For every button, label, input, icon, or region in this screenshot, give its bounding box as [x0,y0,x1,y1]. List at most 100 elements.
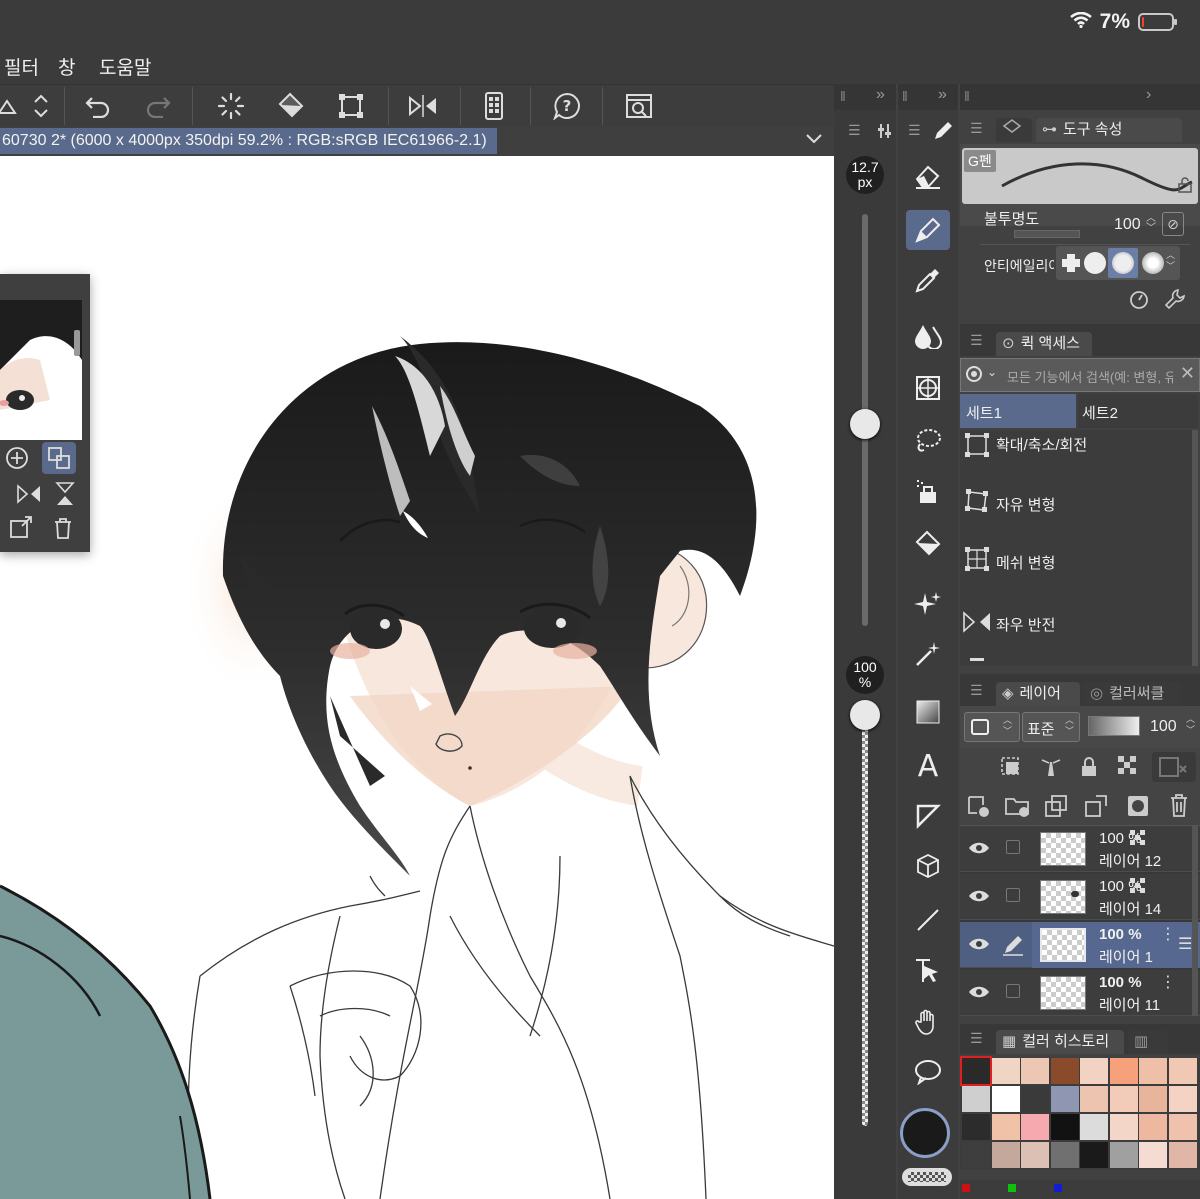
menu-icon[interactable]: ☰ [848,122,861,139]
trash-icon[interactable] [1168,792,1190,823]
eye-icon[interactable] [968,984,990,1005]
drawing-canvas[interactable] [0,156,834,1199]
pen-icon[interactable] [906,210,950,250]
hand-icon[interactable] [912,1006,944,1038]
navigator-preview[interactable] [0,300,82,440]
transfer-down-icon[interactable] [1044,794,1068,823]
color-swatch[interactable] [1050,1086,1079,1112]
lock-icon[interactable] [1080,756,1098,783]
color-swatch[interactable] [1109,1058,1138,1084]
layer-opacity-value[interactable]: 100 [1150,718,1177,736]
auto-select-icon[interactable] [912,476,944,508]
color-swatch[interactable] [1168,1086,1197,1112]
eye-icon[interactable] [968,936,990,957]
menu-help[interactable]: 도움말 [99,53,151,80]
merge-down-icon[interactable] [1084,794,1108,823]
text-tool-icon[interactable]: A [912,748,944,780]
grip-icon[interactable]: ‖ [840,88,846,104]
tab-quick-access[interactable]: ⊙ 퀵 액세스 [996,332,1092,356]
tab-color-history[interactable]: ▦ 컬러 히스토리 [996,1030,1124,1054]
antialias-weak-icon[interactable] [1084,252,1106,274]
quick-access-search[interactable]: ⌄ 모든 기능에서 검색(예: 변형, 유채색 ✕ [960,358,1200,392]
opacity-number[interactable]: 100 [1114,216,1141,234]
chevron-down-icon[interactable] [804,131,824,152]
menu-icon[interactable]: ☰ [908,122,921,139]
reference-layer-icon[interactable] [1000,756,1022,783]
color-swatch[interactable] [1050,1058,1079,1084]
layer-mask-icon[interactable] [1126,794,1150,823]
close-icon[interactable]: ✕ [1180,363,1195,384]
color-swatch[interactable] [1139,1142,1167,1168]
drag-handle-icon[interactable]: ☰ [1178,934,1192,954]
color-swatch[interactable] [1021,1086,1049,1112]
color-swatch[interactable] [991,1142,1020,1168]
eye-icon[interactable] [968,888,990,909]
color-swatch[interactable] [991,1058,1020,1084]
color-swatch[interactable] [1168,1142,1197,1168]
lock-transparent-icon[interactable] [1118,756,1142,783]
layer-row[interactable]: 100 % 레이어 12 [960,826,1200,872]
color-swatch[interactable] [1168,1058,1197,1084]
none-toggle-icon[interactable]: ⊘ [1162,212,1184,236]
menu-icon[interactable]: ☰ [970,120,983,137]
tab-set1[interactable]: 세트1 [960,394,1076,428]
help-bubble-icon[interactable]: ? [552,91,582,121]
grip-icon[interactable]: ‖ [902,88,908,104]
layer-checkbox[interactable] [1006,888,1020,902]
sparkle-decoration-icon[interactable] [912,588,944,620]
speech-balloon-icon[interactable] [912,1056,944,1088]
sliders-icon[interactable] [878,122,892,145]
redo-icon[interactable] [143,91,173,121]
antialias-none-icon[interactable] [1060,252,1082,274]
color-swatch[interactable] [1139,1086,1167,1112]
brush-size-slider-handle[interactable] [850,409,880,439]
color-swatch[interactable] [1109,1114,1138,1140]
stepper-icon[interactable]: ︿ ﹀ [1166,250,1175,272]
new-raster-layer-icon[interactable] [966,794,990,823]
search-placeholder[interactable]: 모든 기능에서 검색(예: 변형, 유채색 [1007,367,1173,386]
color-swatch[interactable] [1080,1086,1108,1112]
new-folder-icon[interactable] [1004,794,1030,823]
fill-icon[interactable] [276,91,306,121]
color-swatch[interactable] [1050,1142,1079,1168]
color-swatch[interactable] [1080,1114,1108,1140]
fit-view-icon[interactable] [42,442,76,474]
flip-horizontal-icon[interactable] [408,91,438,121]
smartphone-icon[interactable] [479,91,509,121]
quick-access-item[interactable]: 메쉬 변형 [960,542,1192,578]
color-swatch[interactable] [1021,1058,1049,1084]
layer-row[interactable]: 100 % ⋮ 레이어 1 ☰ [960,922,1200,968]
chevron-down-icon[interactable]: ⌄ [987,365,997,379]
gradient-icon[interactable] [912,696,944,728]
color-swatch[interactable] [962,1086,990,1112]
flip-horizontal-icon[interactable] [12,478,46,510]
color-swatch[interactable] [1109,1142,1138,1168]
color-swatch[interactable] [1021,1142,1049,1168]
undo-icon[interactable] [83,91,113,121]
document-title[interactable]: 60730 2* (6000 x 4000px 350dpi 59.2% : R… [0,128,497,154]
zoom-in-icon[interactable] [0,442,34,474]
opacity-slider-handle[interactable] [850,700,880,730]
layer-checkbox[interactable] [1006,840,1020,854]
collapse-icon[interactable]: » [938,86,947,104]
antialias-medium-icon[interactable] [1108,248,1138,278]
operation-3d-icon[interactable] [912,850,944,882]
menu-icon[interactable]: ☰ [970,682,983,699]
lock-icon[interactable] [1178,177,1192,198]
lighthouse-icon[interactable] [1040,756,1062,783]
layer-opacity-bar[interactable] [1088,716,1140,736]
layer-checkbox[interactable] [1006,984,1020,998]
move-layer-icon[interactable] [912,954,944,986]
eyedropper-icon[interactable] [912,264,944,296]
antialias-strong-icon[interactable] [1142,252,1164,274]
transparent-color-toggle[interactable] [902,1168,952,1186]
more-icon[interactable]: ⋮ [1160,924,1176,944]
color-swatch[interactable] [1050,1114,1079,1140]
menu-icon[interactable]: ☰ [970,1030,983,1047]
blend-drops-icon[interactable] [912,320,944,352]
lasso-icon[interactable] [912,424,944,456]
search-window-icon[interactable] [624,91,654,121]
menu-icon[interactable]: ☰ [970,332,983,349]
navigator-scrollbar[interactable] [74,330,80,356]
eraser-icon[interactable] [912,160,944,192]
